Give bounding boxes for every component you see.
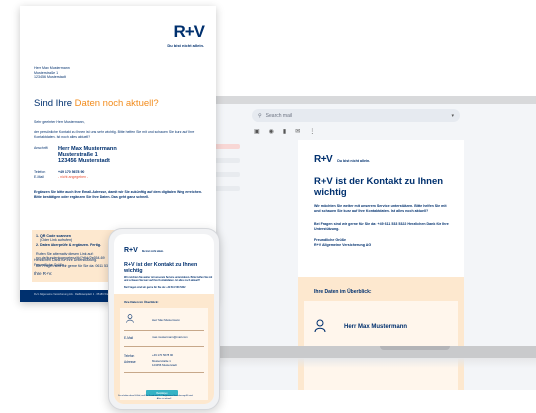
- letter-paragraph: der persönliche Kontakt zu Ihnen ist uns…: [34, 130, 195, 139]
- field-label: E-Mail: [34, 175, 44, 179]
- search-bar[interactable]: ⚲ Search mail ▾: [252, 109, 460, 122]
- laptop-notch: [380, 346, 450, 350]
- address-value: Musterstraße 1 123456 Musterstadt: [152, 359, 177, 367]
- mail-toolbar: ▣ ◉ ▮ ✉ ⋮: [254, 128, 315, 135]
- slogan: Du bist nicht allein.: [141, 250, 164, 253]
- address-line: 123456 Musterstadt: [34, 75, 66, 80]
- phone-value: +49 170 5678 90: [152, 353, 174, 357]
- list-item[interactable]: [214, 158, 240, 163]
- customer-name: Herr Max Mustermann: [152, 318, 180, 322]
- letter-paragraph-2: Ergänzen Sie bitte auch Ihre Email-Adres…: [34, 190, 202, 199]
- field-label: Anschrift: [34, 146, 48, 150]
- logo-text: R+V: [124, 247, 138, 254]
- divider: [124, 330, 204, 331]
- customer-card: Herr Max Mustermann E-Mail max.musterman…: [120, 308, 208, 400]
- recipient-address: Herr Max Mustermann Musterstraße 1 12345…: [34, 66, 70, 80]
- field-value: Herr Max Mustermann Musterstraße 1 12345…: [58, 146, 117, 165]
- signature: Ihre R+V.: [34, 271, 53, 276]
- phone-screen: R+V Du bist nicht allein. R+V ist der Ko…: [114, 234, 214, 404]
- slogan: Du bist nicht allein.: [167, 43, 204, 48]
- phone-mockup: R+V Du bist nicht allein. R+V ist der Ko…: [108, 228, 220, 410]
- email-field: E-Mail - nicht angegeben -: [34, 175, 88, 180]
- logo-text: R+V: [173, 22, 205, 41]
- overview-section: Ihre Daten im Überblick: Herr Max Muster…: [114, 294, 214, 404]
- email-title: R+V ist der Kontakt zu Ihnen wichtig: [124, 262, 198, 275]
- email-title: R+V ist der Kontakt zu Ihnen wichtig: [314, 176, 444, 198]
- list-item[interactable]: [214, 186, 240, 191]
- more-icon[interactable]: ⋮: [309, 128, 315, 135]
- list-item[interactable]: [214, 172, 240, 177]
- field-value: +49 170 5678 90: [58, 170, 85, 174]
- person-icon: [314, 319, 326, 333]
- address-label: Adresse: [124, 360, 136, 364]
- spam-icon[interactable]: ◉: [269, 128, 274, 135]
- title-accent: Daten noch aktuell?: [74, 98, 159, 109]
- person-icon: [126, 314, 134, 323]
- mail-icon[interactable]: ✉: [295, 128, 300, 135]
- chevron-down-icon[interactable]: ▾: [451, 113, 454, 119]
- mail-header: ⚲ Search mail ▾: [214, 104, 536, 126]
- step-2: 2. Daten überprüfe & ergänzen. Fertig.: [36, 243, 102, 247]
- search-icon: ⚲: [258, 112, 262, 119]
- email-intro: Wir möchten Sie weiter mit unserem Servi…: [314, 204, 447, 213]
- customer-name: Herr Max Mustermann: [344, 324, 408, 330]
- email-questions: Bei Fragen sind wir gerne für Sie da: +4…: [314, 222, 449, 231]
- overview-heading: Ihre Daten im Überblick:: [124, 300, 159, 304]
- delete-icon[interactable]: ▮: [283, 128, 286, 135]
- email-questions: Bei Fragen sind wir gerne für Sie da: +4…: [124, 286, 186, 289]
- regards: Freundliche Grüße: [34, 263, 64, 267]
- slogan: Du bist nicht allein.: [337, 159, 371, 163]
- laptop-mockup: ⚲ Search mail ▾ ▣ ◉ ▮ ✉ ⋮ R+V Du bist ni…: [200, 96, 536, 396]
- laptop-base: [206, 346, 536, 358]
- address-line: 123456 Musterstadt: [58, 158, 110, 165]
- letter-title: Sind Ihre Daten noch aktuell?: [34, 98, 159, 109]
- brand-logo: R+V Du bist nicht allein.: [314, 154, 370, 165]
- confirm-hint: Alles ist aktuell: [156, 398, 172, 400]
- logo-text: R+V: [314, 154, 333, 165]
- email-label: E-Mail: [124, 336, 134, 340]
- overview-section: Ihre Daten im Überblick: Herr Max Muster…: [298, 277, 464, 390]
- address-field: Anschrift Herr Max Mustermann Musterstra…: [34, 146, 117, 164]
- divider: [124, 372, 204, 373]
- divider: [124, 346, 204, 347]
- email-value: max.mustermann@mail.com: [152, 335, 188, 339]
- email-greeting: Freundliche Grüße R+V Allgemeine Versich…: [314, 238, 372, 247]
- address-line: Herr Max Mustermann: [34, 66, 70, 70]
- field-label: Telefon: [34, 170, 46, 174]
- phone-field: Telefon +49 170 5678 90: [34, 170, 84, 175]
- salutation: Sehr geehrter Herr Mustermann,: [34, 120, 85, 124]
- laptop-shadow: [200, 358, 536, 368]
- search-input[interactable]: Search mail: [266, 113, 292, 119]
- field-value: - nicht angegeben -: [58, 175, 89, 179]
- list-item[interactable]: [214, 144, 240, 149]
- email-intro: Wir möchten Sie weiter mit unserem Servi…: [124, 276, 213, 283]
- brand-logo: R+V Du bist nicht allein.: [124, 247, 164, 254]
- footer-text: R+V Allgemeine Versicherung AG · Raiffei…: [34, 293, 118, 296]
- footer-text: Sie erhalten diese E-Mail, weil Sie Kund…: [118, 395, 194, 398]
- title-main: Sind Ihre: [34, 98, 75, 109]
- step-1-hint: (Oder Link aufrufen): [40, 238, 73, 242]
- phone-label: Telefon: [124, 354, 135, 358]
- overview-heading: Ihre Daten im Überblick:: [314, 289, 372, 295]
- archive-icon[interactable]: ▣: [254, 128, 260, 135]
- brand-logo: R+V Du bist nicht allein.: [167, 22, 205, 48]
- mail-list: [214, 144, 244, 200]
